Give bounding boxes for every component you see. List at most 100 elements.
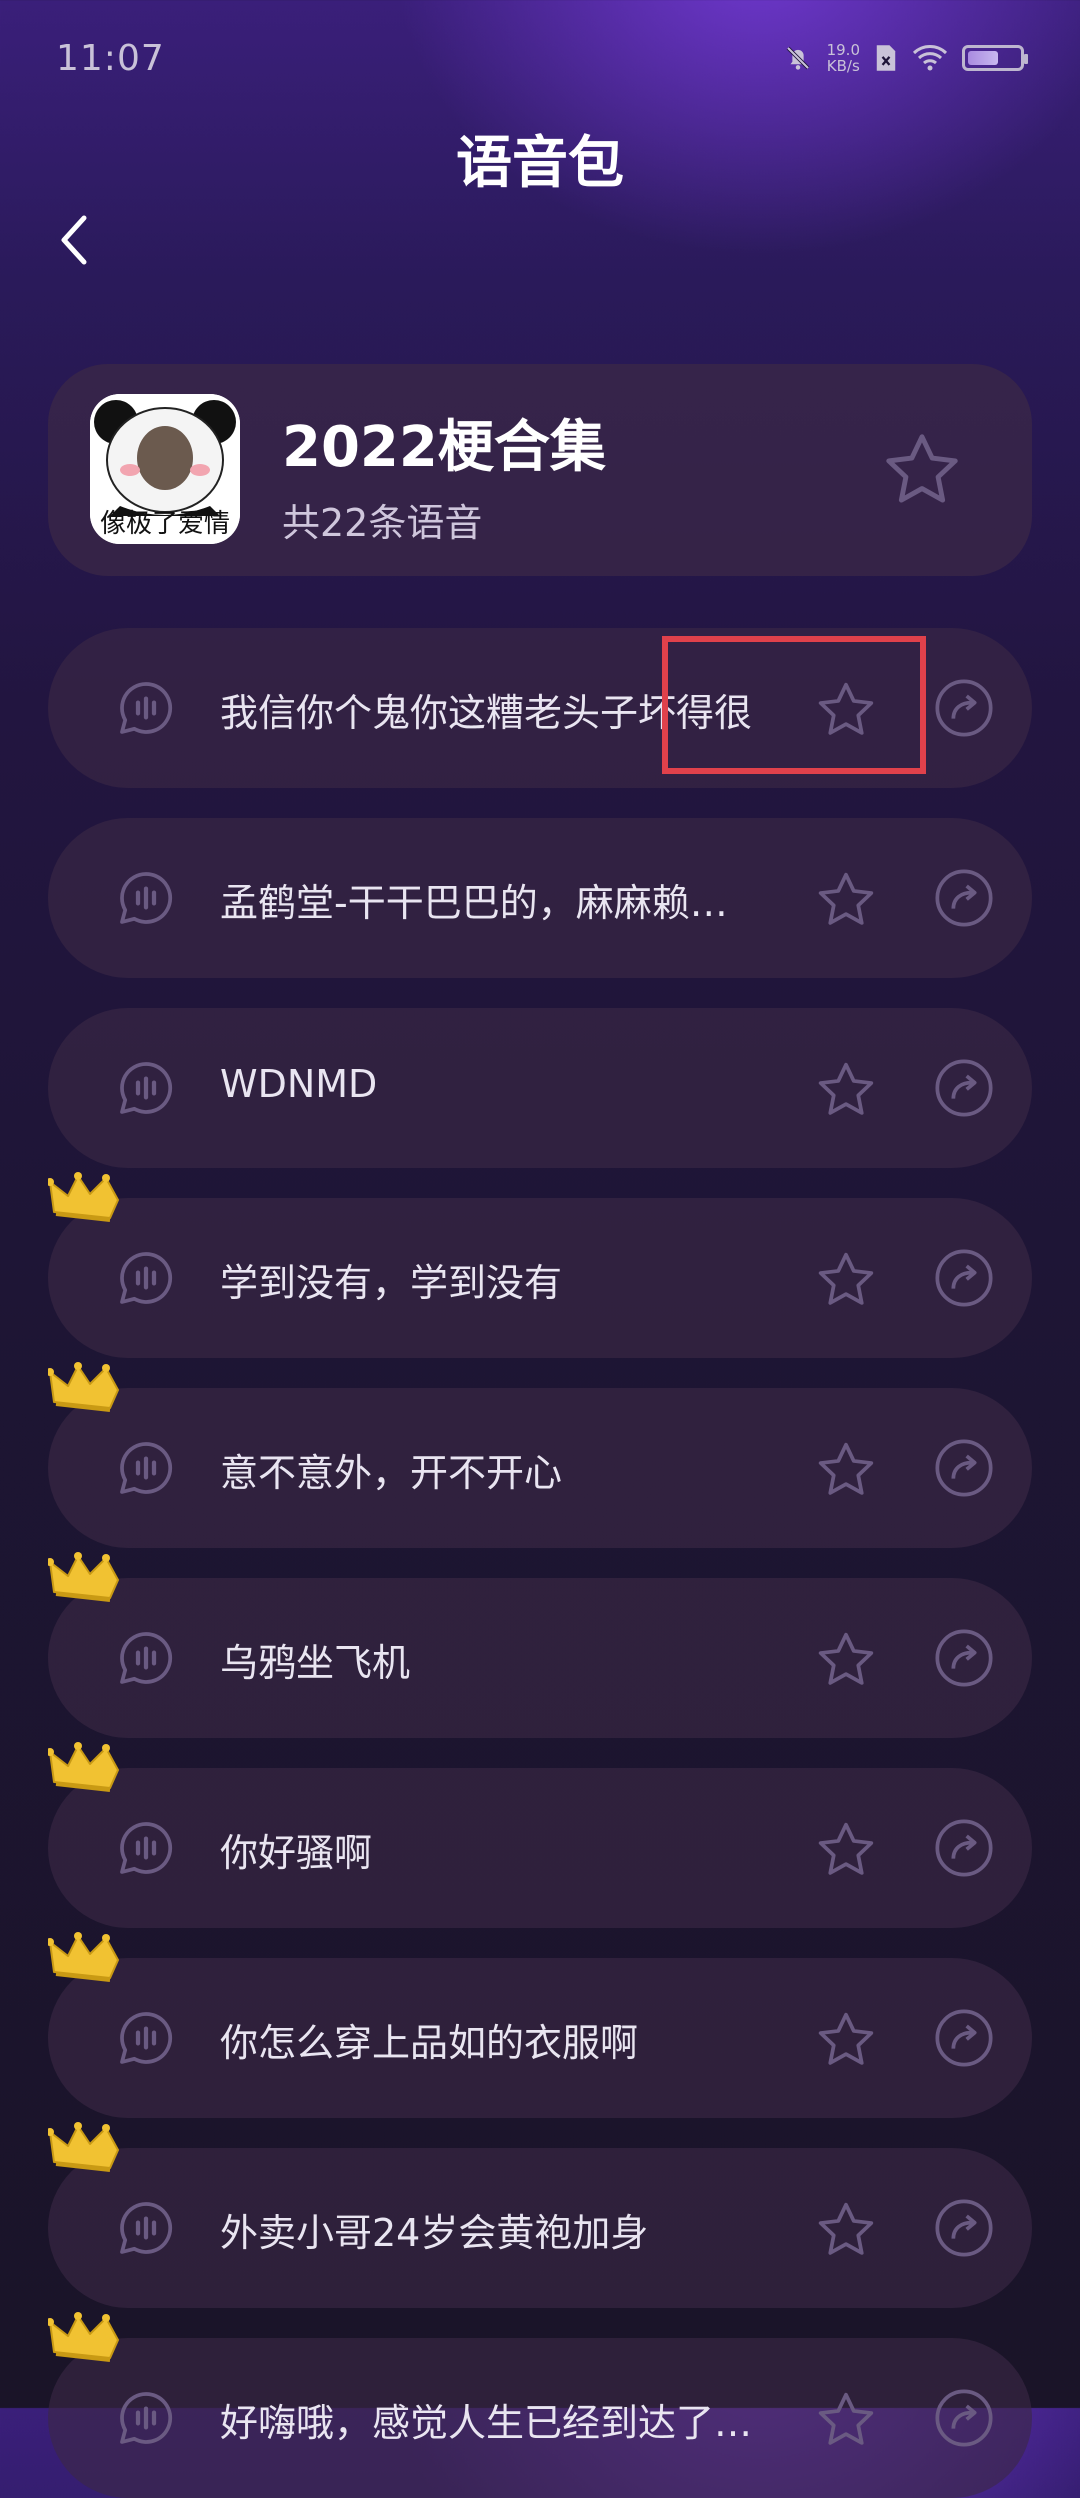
voice-label: 外卖小哥24岁会黄袍加身 bbox=[220, 2211, 649, 2255]
star-icon bbox=[814, 2392, 878, 2456]
share-icon bbox=[932, 679, 996, 744]
voice-share-button[interactable] bbox=[932, 676, 996, 740]
wifi-icon bbox=[912, 45, 948, 71]
share-icon bbox=[932, 2009, 996, 2074]
voice-play-button[interactable] bbox=[114, 866, 178, 930]
voice-item[interactable]: WDNMD bbox=[48, 1008, 1032, 1168]
crown-icon bbox=[46, 1930, 124, 1986]
voice-bubble-icon bbox=[114, 1442, 178, 1504]
status-bar: 11:07 19.0 KB/s bbox=[0, 0, 1080, 120]
crown-icon bbox=[46, 1550, 124, 1606]
share-icon bbox=[932, 1059, 996, 1124]
voice-favorite-button[interactable] bbox=[814, 868, 878, 932]
voice-label: 孟鹤堂-干干巴巴的，麻麻赖… bbox=[220, 881, 728, 925]
voice-bubble-icon bbox=[114, 872, 178, 934]
voice-play-button[interactable] bbox=[114, 1246, 178, 1310]
share-icon bbox=[932, 1629, 996, 1694]
network-speed-value: 19.0 bbox=[826, 41, 860, 59]
voice-share-button[interactable] bbox=[932, 2006, 996, 2070]
voice-play-button[interactable] bbox=[114, 2006, 178, 2070]
voice-favorite-button[interactable] bbox=[814, 1438, 878, 1502]
pack-name: 2022梗合集 bbox=[282, 415, 606, 480]
network-speed-unit: KB/s bbox=[826, 57, 860, 75]
voice-item[interactable]: 乌鸦坐飞机 bbox=[48, 1578, 1032, 1738]
star-icon bbox=[814, 1822, 878, 1886]
status-time: 11:07 bbox=[56, 38, 165, 79]
share-icon bbox=[932, 1819, 996, 1884]
voice-favorite-button[interactable] bbox=[814, 1628, 878, 1692]
voice-share-button[interactable] bbox=[932, 1246, 996, 1310]
star-icon bbox=[814, 872, 878, 936]
voice-label: 你怎么穿上品如的衣服啊 bbox=[220, 2021, 639, 2065]
voice-item[interactable]: 意不意外，开不开心 bbox=[48, 1388, 1032, 1548]
voice-bubble-icon bbox=[114, 2202, 178, 2264]
network-speed: 19.0 KB/s bbox=[827, 42, 860, 74]
star-icon bbox=[814, 1062, 878, 1126]
voice-share-button[interactable] bbox=[932, 1816, 996, 1880]
star-icon bbox=[886, 434, 958, 503]
voice-bubble-icon bbox=[114, 682, 178, 744]
voice-favorite-button[interactable] bbox=[814, 2198, 878, 2262]
star-icon bbox=[814, 2202, 878, 2266]
voice-item[interactable]: 孟鹤堂-干干巴巴的，麻麻赖… bbox=[48, 818, 1032, 978]
voice-favorite-button[interactable] bbox=[814, 2008, 878, 2072]
voice-share-button[interactable] bbox=[932, 2386, 996, 2450]
crown-icon bbox=[46, 1360, 124, 1416]
crown-icon bbox=[46, 2120, 124, 2176]
voice-share-button[interactable] bbox=[932, 1056, 996, 1120]
voice-favorite-button[interactable] bbox=[814, 2388, 878, 2452]
voice-share-button[interactable] bbox=[932, 2196, 996, 2260]
crown-icon bbox=[46, 1170, 124, 1226]
voice-label: WDNMD bbox=[220, 1062, 378, 1106]
voice-label: 学到没有，学到没有 bbox=[220, 1261, 563, 1305]
page-title: 语音包 bbox=[456, 131, 624, 196]
share-icon bbox=[932, 2389, 996, 2454]
share-icon bbox=[932, 2199, 996, 2264]
voice-play-button[interactable] bbox=[114, 2386, 178, 2450]
back-arrow-icon bbox=[61, 215, 87, 265]
voice-share-button[interactable] bbox=[932, 866, 996, 930]
status-icons: 19.0 KB/s bbox=[783, 42, 1028, 74]
voice-play-button[interactable] bbox=[114, 1436, 178, 1500]
voice-label: 你好骚啊 bbox=[220, 1831, 373, 1875]
voice-play-button[interactable] bbox=[114, 1816, 178, 1880]
share-icon bbox=[932, 1249, 996, 1314]
star-icon bbox=[814, 1442, 878, 1506]
battery-level bbox=[968, 51, 998, 65]
voice-play-button[interactable] bbox=[114, 2196, 178, 2260]
voice-item[interactable]: 外卖小哥24岁会黄袍加身 bbox=[48, 2148, 1032, 2308]
back-button[interactable] bbox=[54, 210, 94, 270]
star-icon bbox=[814, 2012, 878, 2076]
mute-bell-icon bbox=[786, 46, 809, 70]
voice-favorite-button[interactable] bbox=[814, 1248, 878, 1312]
voice-bubble-icon bbox=[114, 2012, 178, 2074]
voice-label: 乌鸦坐飞机 bbox=[220, 1641, 411, 1685]
voice-item[interactable]: 你好骚啊 bbox=[48, 1768, 1032, 1928]
voice-bubble-icon bbox=[114, 1632, 178, 1694]
highlight-box bbox=[662, 636, 926, 774]
star-icon bbox=[814, 1252, 878, 1316]
voice-play-button[interactable] bbox=[114, 676, 178, 740]
voice-share-button[interactable] bbox=[932, 1436, 996, 1500]
voice-share-button[interactable] bbox=[932, 1626, 996, 1690]
sim-icon bbox=[876, 45, 896, 71]
pack-avatar-caption: 像极了爱情 bbox=[99, 509, 230, 539]
voice-play-button[interactable] bbox=[114, 1626, 178, 1690]
share-icon bbox=[932, 869, 996, 934]
voice-item[interactable]: 学到没有，学到没有 bbox=[48, 1198, 1032, 1358]
voice-item[interactable]: 你怎么穿上品如的衣服啊 bbox=[48, 1958, 1032, 2118]
voice-bubble-icon bbox=[114, 1252, 178, 1314]
voice-bubble-icon bbox=[114, 1822, 178, 1884]
share-icon bbox=[932, 1439, 996, 1504]
star-icon bbox=[814, 1632, 878, 1696]
pack-count: 共22条语音 bbox=[282, 501, 483, 545]
voice-item[interactable]: 好嗨哦，感觉人生已经到达了… bbox=[48, 2338, 1032, 2498]
voice-bubble-icon bbox=[114, 1062, 178, 1124]
pack-avatar: 像极了爱情 bbox=[90, 394, 240, 544]
crown-icon bbox=[46, 1740, 124, 1796]
voice-play-button[interactable] bbox=[114, 1056, 178, 1120]
voice-favorite-button[interactable] bbox=[814, 1058, 878, 1122]
pack-favorite-button[interactable] bbox=[880, 428, 964, 512]
voice-favorite-button[interactable] bbox=[814, 1818, 878, 1882]
battery-icon bbox=[962, 45, 1028, 71]
